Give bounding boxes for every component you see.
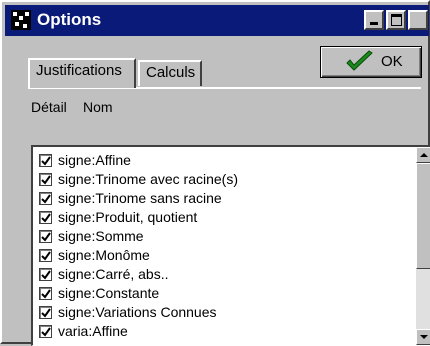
list-item-label: signe:Monôme [58,247,150,263]
checkbox[interactable] [39,287,52,300]
list-item-label: signe:Somme [58,228,144,244]
list-item-label: varia:Affine [58,323,128,339]
checkbox[interactable] [39,154,52,167]
list-item-label: signe:Constante [58,285,160,301]
checkbox[interactable] [39,211,52,224]
checkmark-icon [346,50,373,71]
checkbox[interactable] [39,249,52,262]
minimize-button[interactable] [364,10,384,30]
app-icon[interactable] [11,10,31,30]
list-item-label: signe:Produit, quotient [58,209,198,225]
scroll-down-button[interactable] [416,329,430,345]
list-item-label: signe:Affine [58,152,131,168]
maximize-button[interactable] [386,10,406,30]
checkbox[interactable] [39,230,52,243]
tab-calculs[interactable]: Calculs [138,60,202,86]
vertical-scrollbar[interactable] [416,147,430,345]
checkbox[interactable] [39,325,52,338]
window-title: Options [37,10,102,29]
arrow-down-icon [420,335,428,339]
tab-justifications-label: Justifications [36,62,122,79]
list-item-label: signe:Carré, abs.. [58,266,169,282]
justifications-list[interactable]: signe:Affine signe:Trinome avec racine(s)… [31,145,430,346]
checkbox[interactable] [39,268,52,281]
list-item-label: signe:Trinome avec racine(s) [58,171,238,187]
options-window: Options Justifications Calculs OK Détail… [0,0,430,346]
checkbox[interactable] [39,173,52,186]
list-item-label: signe:Variations Connues [58,304,217,320]
checkbox[interactable] [39,306,52,319]
checkbox[interactable] [39,192,52,205]
tab-justifications[interactable]: Justifications [28,58,136,88]
ok-button[interactable]: OK [320,46,422,78]
tab-calculs-label: Calculs [146,64,196,81]
scroll-up-button[interactable] [416,147,430,163]
arrow-up-icon [420,153,428,157]
title-bar[interactable]: Options [5,5,429,36]
column-header-name: Nom [83,99,113,115]
close-button[interactable] [408,10,428,30]
list-item-label: signe:Trinome sans racine [58,190,222,206]
ok-label: OK [381,53,403,70]
scroll-thumb[interactable] [416,163,430,269]
column-header-detail: Détail [31,99,67,115]
